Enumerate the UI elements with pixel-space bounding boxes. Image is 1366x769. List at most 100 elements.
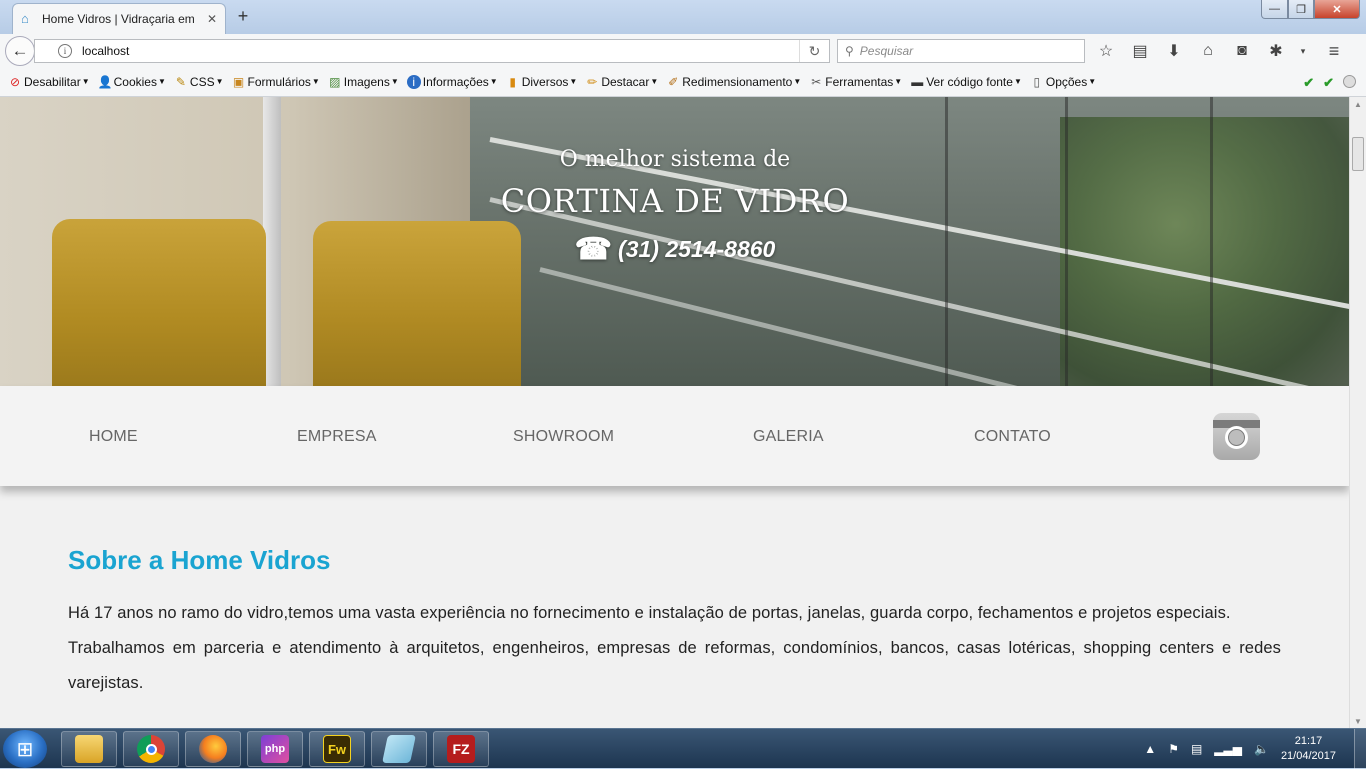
start-button[interactable]: ⊞ bbox=[3, 730, 47, 768]
devbar-misc[interactable]: ▮ Diversos ▼ bbox=[506, 75, 577, 89]
menu-item-home[interactable]: HOME bbox=[89, 428, 138, 446]
instagram-icon[interactable] bbox=[1213, 413, 1260, 460]
taskbar-filezilla[interactable]: FZ bbox=[433, 731, 489, 767]
vertical-scrollbar[interactable]: ▲ ▼ bbox=[1349, 97, 1366, 728]
taskbar-fireworks[interactable]: Fw bbox=[309, 731, 365, 767]
phpstorm-icon: php bbox=[261, 735, 289, 763]
css-icon: ✎ bbox=[175, 74, 186, 89]
devbar-resize[interactable]: ✐ Redimensionamento ▼ bbox=[666, 75, 801, 89]
hero-phone: ☎ (31) 2514-8860 bbox=[500, 232, 850, 267]
hero-slogan: O melhor sistema de CORTINA DE VIDRO ☎ (… bbox=[500, 147, 850, 267]
home-icon[interactable]: ⌂ bbox=[1196, 40, 1220, 62]
devbar-highlight[interactable]: ✏ Destacar ▼ bbox=[585, 75, 658, 89]
window-controls: — ❐ ✕ bbox=[1261, 0, 1360, 19]
clock[interactable]: 21:17 21/04/2017 bbox=[1281, 734, 1336, 764]
dropdown-arrow-icon[interactable]: ▾ bbox=[1298, 40, 1308, 62]
filezilla-icon: FZ bbox=[447, 735, 475, 763]
slogan-line-2: CORTINA DE VIDRO bbox=[500, 182, 850, 220]
menu-item-contato[interactable]: CONTATO bbox=[974, 428, 1051, 446]
back-arrow-icon: ← bbox=[11, 41, 29, 60]
devbar-options[interactable]: ▯ Opções ▼ bbox=[1030, 74, 1097, 89]
system-tray: ▲ ⚑ ▤ ▂▃▅ 🔈 21:17 21/04/2017 bbox=[1144, 729, 1366, 769]
back-button[interactable]: ← bbox=[5, 36, 35, 66]
browser-tab[interactable]: ⌂ Home Vidros | Vidraçaria em ✕ bbox=[12, 3, 226, 34]
menu-item-empresa[interactable]: EMPRESA bbox=[297, 428, 377, 446]
device-icon[interactable]: ▤ bbox=[1191, 742, 1202, 756]
search-icon: ⚲ bbox=[845, 44, 854, 58]
clock-date: 21/04/2017 bbox=[1280, 750, 1336, 762]
site-info-icon[interactable]: i bbox=[58, 44, 72, 58]
devbar-info[interactable]: i Informações ▼ bbox=[406, 74, 498, 89]
telephone-icon: ☎ bbox=[574, 233, 613, 266]
source-icon: ▬ bbox=[911, 74, 924, 89]
url-text[interactable]: localhost bbox=[82, 44, 799, 58]
reload-icon[interactable]: ↻ bbox=[799, 40, 829, 62]
menu-item-galeria[interactable]: GALERIA bbox=[753, 428, 824, 446]
taskbar-notes[interactable] bbox=[371, 731, 427, 767]
devbar-css[interactable]: ✎ CSS ▼ bbox=[174, 75, 224, 89]
web-developer-toolbar: ⊘ Desabilitar ▼ 👤 Cookies ▼ ✎ CSS ▼ ▣ Formulári… bbox=[0, 67, 1366, 97]
show-hidden-icons-icon[interactable]: ▲ bbox=[1144, 742, 1156, 756]
firefox-icon bbox=[199, 735, 227, 763]
windows-logo-icon: ⊞ bbox=[16, 738, 34, 761]
devbar-cookies[interactable]: 👤 Cookies ▼ bbox=[98, 75, 166, 89]
maximize-button[interactable]: ❐ bbox=[1288, 0, 1314, 19]
tab-close-icon[interactable]: ✕ bbox=[207, 12, 217, 26]
network-signal-icon[interactable]: ▂▃▅ bbox=[1214, 742, 1242, 756]
resize-icon: ✐ bbox=[668, 74, 679, 89]
main-menu: HOME EMPRESA SHOWROOM GALERIA CONTATO bbox=[0, 386, 1349, 486]
show-desktop-button[interactable] bbox=[1354, 729, 1366, 769]
status-circle-icon[interactable] bbox=[1343, 75, 1356, 88]
hero-banner: O melhor sistema de CORTINA DE VIDRO ☎ (… bbox=[0, 97, 1349, 471]
volume-icon[interactable]: 🔈 bbox=[1254, 742, 1269, 756]
downloads-icon[interactable]: ⬇ bbox=[1162, 40, 1186, 62]
html-valid-check-icon[interactable]: ✔ bbox=[1323, 75, 1334, 91]
windows-taskbar: ⊞ php Fw FZ ▲ ⚑ ▤ ▂▃▅ 🔈 21:17 21/04/2017 bbox=[0, 728, 1366, 769]
pocket-icon[interactable]: ◙ bbox=[1230, 40, 1254, 62]
scroll-down-icon[interactable]: ▼ bbox=[1354, 717, 1362, 726]
navigation-toolbar: ← i localhost ↻ ⚲ Pesquisar ☆ ▤ ⬇ ⌂ ◙ ✱ … bbox=[0, 34, 1366, 67]
disable-icon: ⊘ bbox=[9, 74, 21, 89]
chair-cushion bbox=[52, 219, 266, 386]
search-bar[interactable]: ⚲ Pesquisar bbox=[837, 39, 1085, 63]
title-bar: ⌂ Home Vidros | Vidraçaria em ✕ + — ❐ ✕ bbox=[0, 0, 1366, 34]
devbar-tools[interactable]: ✂ Ferramentas ▼ bbox=[809, 75, 902, 89]
extension-icon[interactable]: ✱ bbox=[1264, 40, 1288, 62]
taskbar-explorer[interactable] bbox=[61, 731, 117, 767]
close-window-button[interactable]: ✕ bbox=[1314, 0, 1360, 19]
devbar-source[interactable]: ▬ Ver código fonte ▼ bbox=[910, 75, 1022, 89]
css-valid-check-icon[interactable]: ✔ bbox=[1303, 75, 1314, 91]
tab-title: Home Vidros | Vidraçaria em bbox=[42, 12, 195, 26]
hamburger-menu-icon[interactable]: ≡ bbox=[1322, 40, 1346, 62]
notes-icon bbox=[382, 735, 416, 763]
devbar-disable[interactable]: ⊘ Desabilitar ▼ bbox=[8, 75, 90, 89]
about-title: Sobre a Home Vidros bbox=[68, 545, 331, 575]
reading-list-icon[interactable]: ▤ bbox=[1128, 40, 1152, 62]
info-icon: i bbox=[406, 74, 421, 89]
action-center-flag-icon[interactable]: ⚑ bbox=[1168, 742, 1179, 756]
scroll-thumb[interactable] bbox=[1352, 137, 1364, 171]
bookmark-star-icon[interactable]: ☆ bbox=[1094, 40, 1118, 62]
menu-item-showroom[interactable]: SHOWROOM bbox=[513, 428, 614, 446]
options-icon: ▯ bbox=[1033, 74, 1041, 89]
chair-cushion bbox=[313, 221, 521, 386]
taskbar-chrome[interactable] bbox=[123, 731, 179, 767]
toolbar-icons: ☆ ▤ ⬇ ⌂ ◙ ✱ ▾ ≡ bbox=[1094, 40, 1356, 62]
search-placeholder: Pesquisar bbox=[859, 44, 914, 58]
taskbar-phpstorm[interactable]: php bbox=[247, 731, 303, 767]
about-section: Sobre a Home Vidros Há 17 anos no ramo d… bbox=[68, 545, 1281, 701]
scroll-up-icon[interactable]: ▲ bbox=[1354, 100, 1362, 109]
home-favicon-icon: ⌂ bbox=[21, 11, 29, 26]
phone-number: (31) 2514-8860 bbox=[618, 236, 776, 262]
devbar-images[interactable]: ▨ Imagens ▼ bbox=[328, 75, 399, 89]
address-bar[interactable]: i localhost ↻ bbox=[34, 39, 830, 63]
chrome-icon bbox=[137, 735, 165, 763]
taskbar-firefox[interactable] bbox=[185, 731, 241, 767]
new-tab-button[interactable]: + bbox=[234, 6, 252, 27]
images-icon: ▨ bbox=[329, 74, 341, 89]
clock-time: 21:17 bbox=[1294, 735, 1323, 747]
minimize-button[interactable]: — bbox=[1261, 0, 1288, 19]
highlight-icon: ✏ bbox=[587, 74, 598, 89]
devbar-forms[interactable]: ▣ Formulários ▼ bbox=[232, 75, 320, 89]
about-paragraph-2: Trabalhamos em parceria e atendimento à … bbox=[68, 639, 1281, 692]
